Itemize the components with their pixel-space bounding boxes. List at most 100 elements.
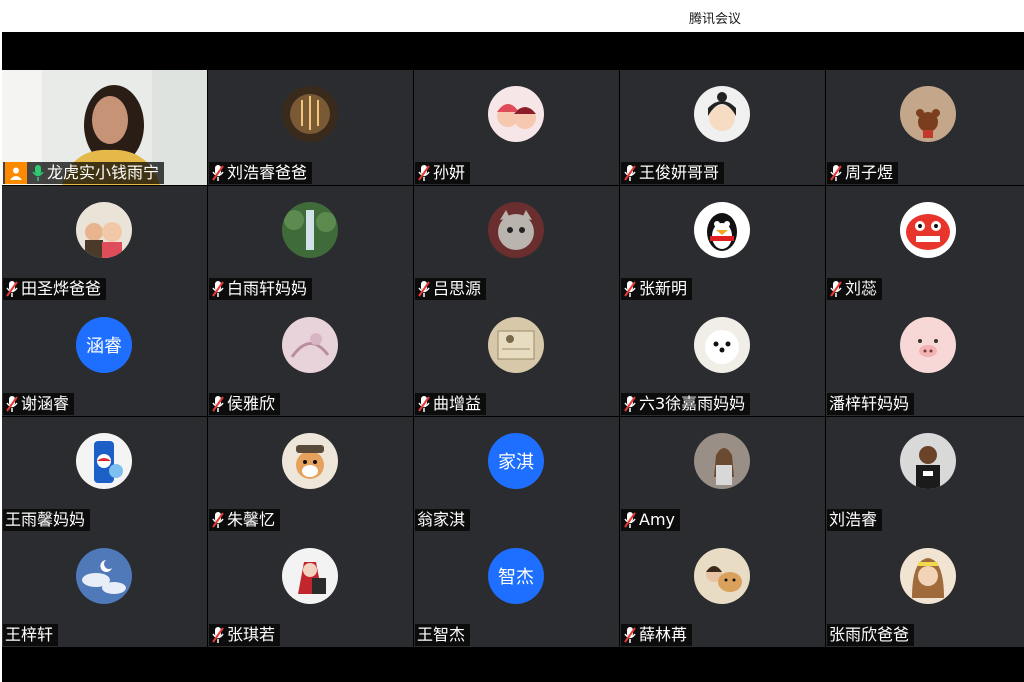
participant-name: 侯雅欣	[227, 394, 276, 413]
participant-name-tag: 张琪若	[209, 624, 281, 646]
participant-tile[interactable]: 六3徐嘉雨妈妈	[620, 301, 825, 416]
participant-name-tag: 龙虎实小钱雨宁	[3, 162, 165, 184]
person-icon	[5, 162, 27, 184]
participant-name-tag: 王梓轩	[3, 624, 59, 646]
avatar	[694, 433, 750, 489]
avatar	[282, 548, 338, 604]
participant-grid: 龙虎实小钱雨宁 刘浩睿爸爸 孙妍 王俊妍哥哥 周子煜田圣烨爸爸 白雨轩妈妈 吕思源 张新明 刘蕊…	[2, 70, 1024, 648]
microphone-muted-icon	[623, 280, 637, 298]
participant-name-tag: 王雨馨妈妈	[3, 509, 91, 531]
window-title: 腾讯会议	[688, 12, 741, 27]
participant-tile[interactable]: 张雨欣爸爸	[826, 532, 1024, 647]
top-toolbar-area	[2, 32, 1024, 70]
participant-tile[interactable]: 王雨馨妈妈	[2, 417, 207, 532]
participant-tile[interactable]: 曲增益	[414, 301, 619, 416]
participant-name-tag: 周子煜	[827, 162, 899, 184]
participant-name-tag: 朱馨忆	[209, 509, 281, 531]
participant-name: 张雨欣爸爸	[829, 625, 910, 644]
participant-name: 六3徐嘉雨妈妈	[639, 394, 746, 413]
participant-tile[interactable]: 家淇 翁家淇	[414, 417, 619, 532]
avatar	[76, 548, 132, 604]
avatar	[488, 86, 544, 142]
microphone-muted-icon	[417, 280, 431, 298]
microphone-muted-icon	[211, 626, 225, 644]
participant-name-tag: 孙妍	[415, 162, 471, 184]
participant-tile[interactable]: 周子煜	[826, 70, 1024, 185]
participant-name-tag: 刘浩睿爸爸	[209, 162, 313, 184]
participant-tile[interactable]: 孙妍	[414, 70, 619, 185]
avatar: 智杰	[488, 548, 544, 604]
microphone-muted-icon	[623, 395, 637, 413]
avatar	[694, 548, 750, 604]
participant-tile[interactable]: 刘浩睿爸爸	[208, 70, 413, 185]
participant-name: Amy	[639, 510, 675, 529]
microphone-muted-icon	[623, 511, 637, 529]
participant-name-tag: 薛林苒	[621, 624, 693, 646]
participant-tile[interactable]: 智杰王智杰	[414, 532, 619, 647]
microphone-muted-icon	[5, 280, 19, 298]
participant-name-tag: 刘蕊	[827, 278, 883, 300]
bottom-toolbar-area	[2, 648, 1024, 682]
avatar	[694, 86, 750, 142]
participant-name-tag: 潘梓轩妈妈	[827, 393, 915, 415]
microphone-muted-icon	[211, 395, 225, 413]
participant-name: 潘梓轩妈妈	[829, 394, 910, 413]
participant-tile[interactable]: Amy	[620, 417, 825, 532]
avatar	[694, 317, 750, 373]
microphone-muted-icon	[623, 164, 637, 182]
participant-name-tag: 吕思源	[415, 278, 487, 300]
participant-name-tag: 谢涵睿	[3, 393, 75, 415]
participant-name: 刘浩睿爸爸	[227, 163, 308, 182]
microphone-muted-icon	[829, 164, 843, 182]
participant-tile[interactable]: 龙虎实小钱雨宁	[2, 70, 207, 185]
participant-tile[interactable]: 薛林苒	[620, 532, 825, 647]
avatar	[900, 86, 956, 142]
avatar	[76, 433, 132, 489]
participant-tile[interactable]: 涵睿谢涵睿	[2, 301, 207, 416]
participant-name: 谢涵睿	[21, 394, 70, 413]
microphone-muted-icon	[211, 280, 225, 298]
participant-name: 薛林苒	[639, 625, 688, 644]
participant-name: 朱馨忆	[227, 510, 276, 529]
participant-name-tag: 白雨轩妈妈	[209, 278, 313, 300]
participant-tile[interactable]: 吕思源	[414, 186, 619, 301]
participant-name-tag: Amy	[621, 509, 680, 531]
participant-tile[interactable]: 王俊妍哥哥	[620, 70, 825, 185]
microphone-muted-icon	[211, 164, 225, 182]
avatar	[900, 202, 956, 258]
participant-name-tag: 张雨欣爸爸	[827, 624, 915, 646]
participant-name: 曲增益	[433, 394, 482, 413]
participant-name: 王俊妍哥哥	[639, 163, 720, 182]
participant-name-tag: 王俊妍哥哥	[621, 162, 725, 184]
participant-tile[interactable]: 潘梓轩妈妈	[826, 301, 1024, 416]
participant-name: 白雨轩妈妈	[227, 279, 308, 298]
participant-tile[interactable]: 刘蕊	[826, 186, 1024, 301]
microphone-muted-icon	[211, 511, 225, 529]
participant-name-tag: 田圣烨爸爸	[3, 278, 107, 300]
participant-tile[interactable]: 张琪若	[208, 532, 413, 647]
participant-name: 刘浩睿	[829, 510, 878, 529]
participant-name-tag: 翁家淇	[415, 509, 471, 531]
participant-tile[interactable]: 王梓轩	[2, 532, 207, 647]
participant-name-tag: 王智杰	[415, 624, 471, 646]
avatar: 涵睿	[76, 317, 132, 373]
participant-tile[interactable]: 侯雅欣	[208, 301, 413, 416]
avatar	[488, 202, 544, 258]
microphone-muted-icon	[623, 626, 637, 644]
participant-tile[interactable]: 朱馨忆	[208, 417, 413, 532]
avatar	[282, 317, 338, 373]
participant-tile[interactable]: 白雨轩妈妈	[208, 186, 413, 301]
participant-tile[interactable]: 刘浩睿	[826, 417, 1024, 532]
participant-tile[interactable]: 田圣烨爸爸	[2, 186, 207, 301]
participant-tile[interactable]: 张新明	[620, 186, 825, 301]
participant-name: 龙虎实小钱雨宁	[47, 163, 160, 182]
avatar	[282, 433, 338, 489]
participant-name: 刘蕊	[845, 279, 878, 298]
participant-name: 田圣烨爸爸	[21, 279, 102, 298]
microphone-muted-icon	[417, 164, 431, 182]
participant-name-tag: 张新明	[621, 278, 693, 300]
participant-name: 王智杰	[417, 625, 466, 644]
microphone-muted-icon	[829, 280, 843, 298]
avatar	[900, 317, 956, 373]
participant-name: 张新明	[639, 279, 688, 298]
